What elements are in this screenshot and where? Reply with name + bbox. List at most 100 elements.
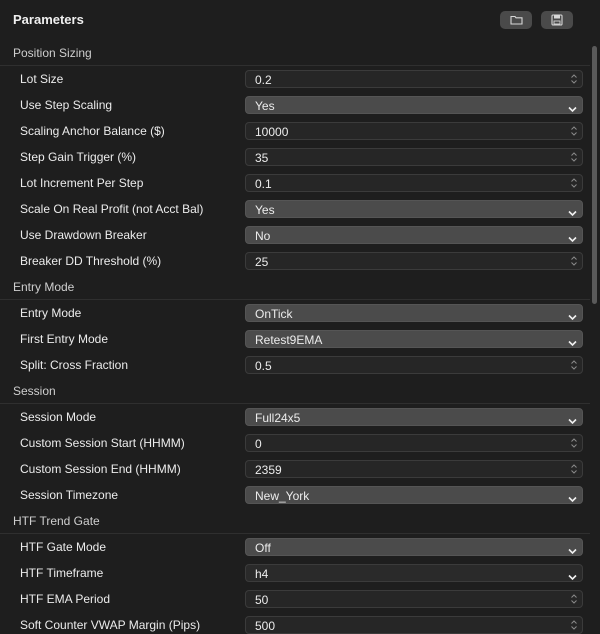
param-row: Custom Session Start (HHMM) 0 [0, 430, 590, 456]
param-row: Session Timezone New_York [0, 482, 590, 508]
section-header-entry-mode[interactable]: Entry Mode [0, 274, 590, 300]
number-input-htf-ema-period[interactable]: 50 [245, 590, 583, 608]
param-label: Soft Counter VWAP Margin (Pips) [20, 618, 201, 632]
scrollbar-thumb[interactable] [592, 46, 597, 304]
param-value: Off [255, 541, 271, 555]
number-input-split-cross-fraction[interactable]: 0.5 [245, 356, 583, 374]
param-label: Custom Session End (HHMM) [20, 462, 181, 476]
number-input-custom-session-start-hhmm[interactable]: 0 [245, 434, 583, 452]
param-label: Use Step Scaling [20, 98, 113, 112]
select-dropdown-use-drawdown-breaker[interactable]: No [245, 226, 583, 244]
param-label: Scale On Real Profit (not Acct Bal) [20, 202, 204, 216]
param-value: 500 [255, 619, 276, 633]
stepper-arrows-icon[interactable] [570, 619, 578, 631]
param-row: Lot Increment Per Step 0.1 [0, 170, 590, 196]
open-folder-button[interactable] [500, 11, 532, 29]
chevron-down-icon [568, 102, 577, 116]
param-label: HTF EMA Period [20, 592, 111, 606]
param-value: 0 [255, 437, 262, 451]
stepper-arrows-icon[interactable] [570, 463, 578, 475]
param-label: Lot Increment Per Step [20, 176, 144, 190]
param-row: Soft Counter VWAP Margin (Pips) 500 [0, 612, 590, 634]
stepper-arrows-icon[interactable] [570, 177, 578, 189]
number-input-step-gain-trigger[interactable]: 35 [245, 148, 583, 166]
param-label: Entry Mode [20, 306, 82, 320]
param-label: Split: Cross Fraction [20, 358, 129, 372]
param-value: 25 [255, 255, 269, 269]
number-input-breaker-dd-threshold[interactable]: 25 [245, 252, 583, 270]
section-header-session[interactable]: Session [0, 378, 590, 404]
param-label: Breaker DD Threshold (%) [20, 254, 162, 268]
number-input-custom-session-end-hhmm[interactable]: 2359 [245, 460, 583, 478]
param-value: Retest9EMA [255, 333, 323, 347]
param-value: 10000 [255, 125, 289, 139]
param-label: Use Drawdown Breaker [20, 228, 147, 242]
panel-header: Parameters [0, 0, 600, 40]
param-value: OnTick [255, 307, 293, 321]
number-input-soft-counter-vwap-margin-pips[interactable]: 500 [245, 616, 583, 634]
param-label: First Entry Mode [20, 332, 109, 346]
param-row: First Entry Mode Retest9EMA [0, 326, 590, 352]
stepper-arrows-icon[interactable] [570, 437, 578, 449]
param-row: Use Step Scaling Yes [0, 92, 590, 118]
folder-icon [509, 15, 523, 25]
param-value: 35 [255, 151, 269, 165]
param-value: 2359 [255, 463, 282, 477]
param-value: h4 [255, 567, 269, 581]
vertical-scrollbar[interactable] [590, 40, 600, 634]
param-row: Entry Mode OnTick [0, 300, 590, 326]
number-input-lot-size[interactable]: 0.2 [245, 70, 583, 88]
param-label: HTF Timeframe [20, 566, 104, 580]
param-value: 0.2 [255, 73, 272, 87]
stepper-arrows-icon[interactable] [570, 125, 578, 137]
chevron-down-icon [568, 310, 577, 324]
select-dropdown-use-step-scaling[interactable]: Yes [245, 96, 583, 114]
number-input-scaling-anchor-balance[interactable]: 10000 [245, 122, 583, 140]
save-button[interactable] [541, 11, 573, 29]
chevron-down-icon [568, 336, 577, 350]
chevron-down-icon [568, 414, 577, 428]
param-value: No [255, 229, 271, 243]
stepper-arrows-icon[interactable] [570, 593, 578, 605]
select-dropdown-htf-timeframe[interactable]: h4 [245, 564, 583, 582]
param-value: 50 [255, 593, 269, 607]
param-row: Breaker DD Threshold (%) 25 [0, 248, 590, 274]
select-dropdown-first-entry-mode[interactable]: Retest9EMA [245, 330, 583, 348]
param-value: Yes [255, 203, 275, 217]
section-header-htf-trend-gate[interactable]: HTF Trend Gate [0, 508, 590, 534]
select-dropdown-htf-gate-mode[interactable]: Off [245, 538, 583, 556]
param-label: Lot Size [20, 72, 64, 86]
param-label: HTF Gate Mode [20, 540, 107, 554]
panel-title: Parameters [13, 12, 84, 27]
param-label: Session Timezone [20, 488, 119, 502]
param-label: Session Mode [20, 410, 97, 424]
select-dropdown-session-mode[interactable]: Full24x5 [245, 408, 583, 426]
param-row: Custom Session End (HHMM) 2359 [0, 456, 590, 482]
param-label: Scaling Anchor Balance ($) [20, 124, 165, 138]
param-value: Full24x5 [255, 411, 301, 425]
stepper-arrows-icon[interactable] [570, 73, 578, 85]
param-value: New_York [255, 489, 310, 503]
chevron-down-icon [568, 232, 577, 246]
param-row: Scale On Real Profit (not Acct Bal) Yes [0, 196, 590, 222]
param-row: Step Gain Trigger (%) 35 [0, 144, 590, 170]
param-row: Session Mode Full24x5 [0, 404, 590, 430]
stepper-arrows-icon[interactable] [570, 359, 578, 371]
section-header-position-sizing[interactable]: Position Sizing [0, 40, 590, 66]
select-dropdown-session-timezone[interactable]: New_York [245, 486, 583, 504]
param-row: HTF EMA Period 50 [0, 586, 590, 612]
param-row: Scaling Anchor Balance ($) 10000 [0, 118, 590, 144]
param-value: Yes [255, 99, 275, 113]
number-input-lot-increment-per-step[interactable]: 0.1 [245, 174, 583, 192]
select-dropdown-scale-on-real-profit-not-acct-bal[interactable]: Yes [245, 200, 583, 218]
param-row: HTF Timeframe h4 [0, 560, 590, 586]
chevron-down-icon [568, 570, 577, 584]
param-row: HTF Gate Mode Off [0, 534, 590, 560]
save-icon [551, 14, 563, 26]
stepper-arrows-icon[interactable] [570, 151, 578, 163]
select-dropdown-entry-mode[interactable]: OnTick [245, 304, 583, 322]
param-label: Custom Session Start (HHMM) [20, 436, 185, 450]
stepper-arrows-icon[interactable] [570, 255, 578, 267]
param-value: 0.5 [255, 359, 272, 373]
chevron-down-icon [568, 492, 577, 506]
